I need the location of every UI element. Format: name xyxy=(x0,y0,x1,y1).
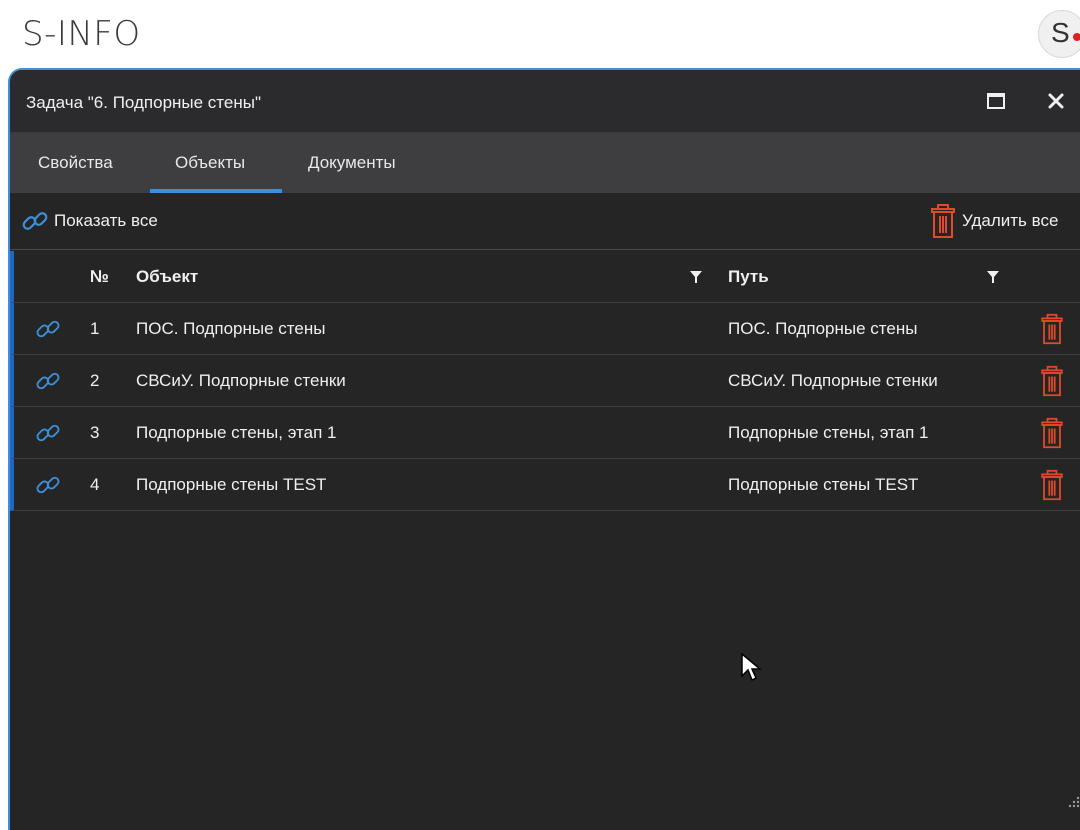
link-icon[interactable] xyxy=(34,315,62,343)
close-icon[interactable] xyxy=(1043,88,1069,114)
filter-icon[interactable] xyxy=(987,271,999,283)
show-all-label: Показать все xyxy=(54,211,158,230)
trash-icon[interactable] xyxy=(1040,417,1064,449)
row-num: 1 xyxy=(90,319,100,338)
objects-table: № Объект Путь 1 ПОС. Подпорные стены ПОС… xyxy=(10,251,1080,511)
maximize-icon[interactable] xyxy=(985,90,1007,112)
tab-objects[interactable]: Объекты xyxy=(175,153,245,173)
status-dot-icon xyxy=(1073,33,1080,41)
trash-icon[interactable] xyxy=(1040,313,1064,345)
column-header-num[interactable]: № xyxy=(90,267,109,287)
link-icon[interactable] xyxy=(34,471,62,499)
link-icon xyxy=(22,212,48,230)
row-path: СВСиУ. Подпорные стенки xyxy=(728,371,938,390)
row-object: ПОС. Подпорные стены xyxy=(136,319,326,338)
link-icon[interactable] xyxy=(34,367,62,395)
table-header: № Объект Путь xyxy=(10,251,1080,303)
link-icon[interactable] xyxy=(34,419,62,447)
table-row[interactable]: 1 ПОС. Подпорные стены ПОС. Подпорные ст… xyxy=(10,303,1080,355)
mouse-cursor-icon xyxy=(741,652,762,682)
delete-all-button[interactable]: Удалить все xyxy=(930,203,1058,239)
tabs-bar: Свойства Объекты Документы xyxy=(10,133,1080,193)
row-path: ПОС. Подпорные стены xyxy=(728,319,918,338)
trash-icon[interactable] xyxy=(1040,469,1064,501)
row-num: 2 xyxy=(90,371,100,390)
resize-grip-icon[interactable] xyxy=(1068,796,1080,808)
column-header-path[interactable]: Путь xyxy=(728,267,769,287)
app-title: S-INFO xyxy=(22,14,141,54)
table-row[interactable]: 2 СВСиУ. Подпорные стенки СВСиУ. Подпорн… xyxy=(10,355,1080,407)
delete-all-label: Удалить все xyxy=(962,211,1059,230)
trash-icon xyxy=(931,204,955,238)
table-row[interactable]: 4 Подпорные стены TEST Подпорные стены T… xyxy=(10,459,1080,511)
column-header-object[interactable]: Объект xyxy=(136,267,198,287)
tab-properties[interactable]: Свойства xyxy=(38,153,113,173)
task-window: Задача "6. Подпорные стены" Свойства Объ… xyxy=(10,70,1080,830)
show-all-button[interactable]: Показать все xyxy=(20,205,158,237)
row-path: Подпорные стены TEST xyxy=(728,475,919,494)
window-title: Задача "6. Подпорные стены" xyxy=(26,93,262,112)
toolbar: Показать все Удалить все xyxy=(10,193,1080,250)
tab-documents[interactable]: Документы xyxy=(308,153,396,173)
avatar[interactable]: S xyxy=(1038,10,1080,58)
filter-icon[interactable] xyxy=(690,271,702,283)
row-object: Подпорные стены, этап 1 xyxy=(136,423,337,442)
row-object: Подпорные стены TEST xyxy=(136,475,327,494)
row-num: 4 xyxy=(90,475,100,494)
row-path: Подпорные стены, этап 1 xyxy=(728,423,929,442)
row-object: СВСиУ. Подпорные стенки xyxy=(136,371,346,390)
avatar-letter: S xyxy=(1051,17,1070,48)
trash-icon[interactable] xyxy=(1040,365,1064,397)
window-titlebar[interactable]: Задача "6. Подпорные стены" xyxy=(10,70,1080,133)
table-row[interactable]: 3 Подпорные стены, этап 1 Подпорные стен… xyxy=(10,407,1080,459)
row-num: 3 xyxy=(90,423,100,442)
